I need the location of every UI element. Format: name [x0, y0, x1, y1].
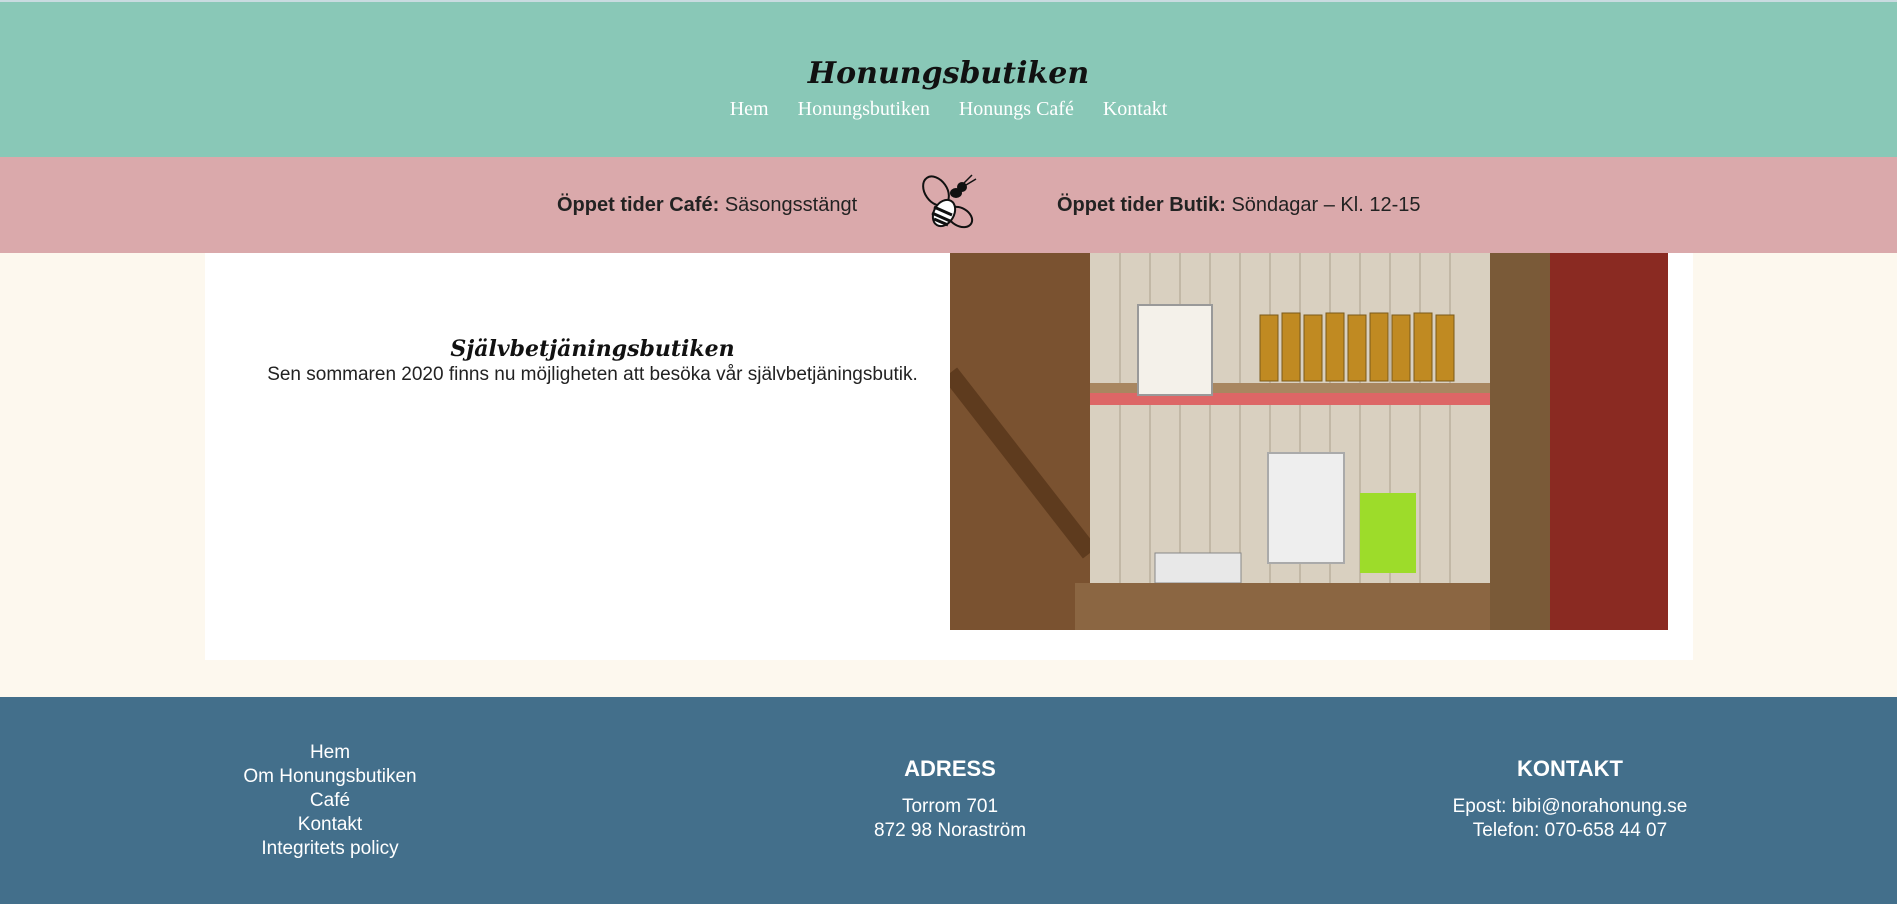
cafe-hours: Öppet tider Café: Säsongsstängt: [557, 194, 857, 217]
nav-item-honungs-cafe[interactable]: Honungs Café: [959, 98, 1074, 120]
footer-links: Hem Om Honungsbutiken Café Kontakt Integ…: [200, 741, 460, 861]
contact-phone[interactable]: Telefon: 070-658 44 07: [1420, 819, 1720, 843]
address-line-2: 872 98 Noraström: [873, 820, 1027, 841]
contact-heading: KONTAKT: [1517, 756, 1623, 781]
opening-hours-bar: Öppet tider Café: Säsongsstängt Öppet ti…: [0, 157, 1897, 253]
site-header: Honungsbutiken Hem Honungsbutiken Honung…: [0, 0, 1897, 157]
nav-item-kontakt[interactable]: Kontakt: [1103, 98, 1167, 120]
address-heading: ADRESS: [904, 756, 996, 781]
shop-hours-label: Öppet tider Butik:: [1057, 194, 1226, 216]
nav-item-honungsbutiken[interactable]: Honungsbutiken: [798, 98, 930, 120]
section-description: Sen sommaren 2020 finns nu möjligheten a…: [267, 364, 918, 385]
content-card: Självbetjäningsbutiken Sen sommaren 2020…: [205, 253, 1693, 660]
address-line-1: Torrom 701: [901, 796, 999, 817]
section-title: Självbetjäningsbutiken: [450, 336, 735, 362]
contact-email[interactable]: Epost: bibi@norahonung.se: [1420, 795, 1720, 819]
cafe-hours-value: Säsongsstängt: [724, 194, 858, 216]
main-nav: Hem Honungsbutiken Honungs Café Kontakt: [0, 98, 1897, 121]
footer-link-integritets-policy[interactable]: Integritets policy: [200, 837, 460, 861]
cafe-hours-label: Öppet tider Café:: [557, 194, 720, 216]
footer-contact: KONTAKT Epost: bibi@norahonung.se Telefo…: [1420, 757, 1720, 843]
footer-link-cafe[interactable]: Café: [200, 789, 460, 813]
bee-icon: [922, 174, 977, 229]
shop-photo: [950, 253, 1668, 630]
site-footer: Hem Om Honungsbutiken Café Kontakt Integ…: [0, 697, 1897, 904]
shop-hours-value: Söndagar – Kl. 12-15: [1231, 194, 1421, 216]
shop-hours: Öppet tider Butik: Söndagar – Kl. 12-15: [1057, 194, 1420, 217]
footer-link-hem[interactable]: Hem: [200, 741, 460, 765]
footer-link-kontakt[interactable]: Kontakt: [200, 813, 460, 837]
nav-item-hem[interactable]: Hem: [730, 98, 769, 120]
footer-link-om-honungsbutiken[interactable]: Om Honungsbutiken: [200, 765, 460, 789]
footer-address: ADRESS Torrom 701 872 98 Noraström: [800, 757, 1100, 843]
intro-text: Självbetjäningsbutiken Sen sommaren 2020…: [205, 336, 980, 386]
site-title[interactable]: Honungsbutiken: [0, 56, 1897, 91]
